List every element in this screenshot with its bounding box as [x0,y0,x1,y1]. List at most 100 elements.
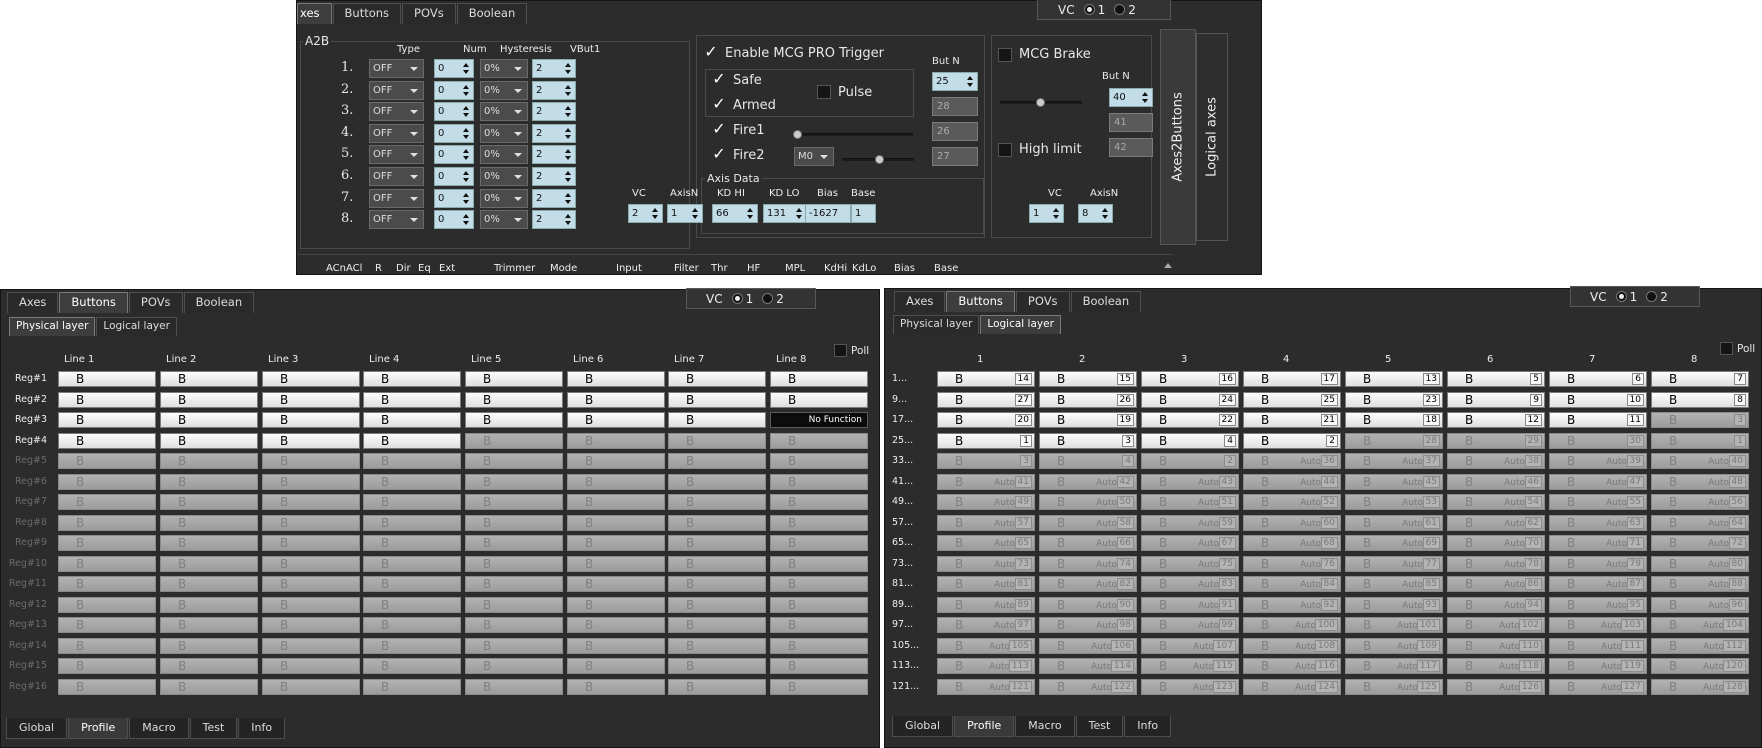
fire1-slider-knob[interactable] [793,130,802,139]
button-cell[interactable]: B [160,617,258,633]
left-tab-test[interactable]: Test [189,718,238,739]
a2b-hysteresis-combo[interactable]: 0% [480,210,528,230]
button-cell[interactable]: B [668,576,766,592]
right-tab-axes[interactable]: Axes [894,291,946,312]
button-cell[interactable]: B [668,412,766,428]
right-tab-info[interactable]: Info [1124,716,1172,737]
logical-button-cell[interactable]: B Auto 91 [1141,596,1239,613]
right-tab-boolean[interactable]: Boolean [1070,291,1142,312]
button-cell[interactable]: B [668,596,766,613]
left-tab-macro[interactable]: Macro [129,718,189,739]
right-tab-profile[interactable]: Profile [954,716,1015,737]
button-cell[interactable]: B [567,514,665,531]
button-cell[interactable]: B [363,678,461,695]
button-cell[interactable]: B [567,371,665,387]
a2b-type-combo[interactable]: OFF [369,102,424,122]
logical-button-cell[interactable]: B Auto 47 [1549,473,1647,490]
logical-button-cell[interactable]: B Auto 40 [1651,453,1749,469]
logical-button-cell[interactable]: B 12 [1447,412,1545,428]
logical-button-cell[interactable]: B Auto 78 [1447,555,1545,572]
button-cell[interactable]: B [465,576,563,592]
button-cell[interactable]: B [262,535,360,551]
safe-checkbox[interactable]: ✓ [712,71,726,87]
logical-button-cell[interactable]: B6 [1549,371,1647,387]
logical-button-cell[interactable]: B Auto 126 [1447,678,1545,695]
button-cell[interactable]: B [567,617,665,633]
a2b-num-spin[interactable]: 0 [434,167,474,186]
button-cell[interactable]: B [465,412,563,428]
logical-button-cell[interactable]: B Auto 87 [1549,576,1647,592]
logical-button-cell[interactable]: B Auto 124 [1243,678,1341,695]
logical-button-cell[interactable]: B Auto 100 [1243,617,1341,633]
right-tab-macro[interactable]: Macro [1015,716,1075,737]
button-cell[interactable]: B [770,391,868,408]
button-cell[interactable]: B [160,555,258,572]
left-tab-buttons[interactable]: Buttons [59,292,128,313]
button-cell[interactable]: B [770,658,868,674]
a2b-type-combo[interactable]: OFF [369,80,424,100]
logical-button-cell[interactable]: B Auto 36 [1243,453,1341,469]
logical-button-cell[interactable]: B Auto 81 [937,576,1035,592]
button-cell[interactable]: B [770,576,868,592]
button-cell[interactable]: B [668,453,766,469]
button-cell[interactable]: B [668,658,766,674]
a2b-vbut-spin[interactable]: 2 [532,123,576,143]
button-cell[interactable]: B [160,391,258,408]
a2b-type-combo[interactable]: OFF [369,210,424,230]
logical-button-cell[interactable]: B 26 [1039,391,1137,408]
button-cell[interactable]: B [770,678,868,695]
axis-data-field[interactable]: 1 [851,204,876,223]
logical-button-cell[interactable]: B 13 [1345,371,1443,387]
logical-button-cell[interactable]: B Auto 69 [1345,535,1443,551]
button-cell[interactable]: B [58,617,156,633]
button-cell[interactable]: B [465,596,563,613]
left-tab-povs[interactable]: POVs [128,292,183,313]
logical-button-cell[interactable]: B Auto 101 [1345,617,1443,633]
logical-button-cell[interactable]: B 19 [1039,412,1137,428]
mcg-but-n-1[interactable]: 25 [932,72,978,91]
button-cell[interactable]: B [262,658,360,674]
fire1-checkbox[interactable]: ✓ [712,121,726,137]
logical-button-cell[interactable]: B Auto 120 [1651,658,1749,674]
logical-button-cell[interactable]: B 17 [1243,371,1341,387]
mcg-brake-checkbox[interactable] [998,48,1012,62]
logical-button-cell[interactable]: B Auto 73 [937,555,1035,572]
right-tab-global[interactable]: Global [892,716,954,737]
button-cell[interactable]: B [363,617,461,633]
logical-button-cell[interactable]: B Auto 116 [1243,658,1341,674]
logical-button-cell[interactable]: B Auto 96 [1651,596,1749,613]
tab-buttons[interactable]: Buttons [332,3,402,24]
button-cell[interactable]: B [567,473,665,490]
logical-button-cell[interactable]: B 23 [1345,391,1443,408]
button-cell[interactable]: B [770,596,868,613]
a2b-num-spin[interactable]: 0 [434,80,474,100]
logical-button-cell[interactable]: B5 [1447,371,1545,387]
logical-button-cell[interactable]: B Auto 49 [937,494,1035,510]
left-tab-profile[interactable]: Profile [68,718,129,739]
logical-button-cell[interactable]: B Auto 64 [1651,514,1749,531]
logical-button-cell[interactable]: B 15 [1039,371,1137,387]
button-cell[interactable]: B [465,391,563,408]
button-cell[interactable]: B [465,617,563,633]
enable-mcg-checkbox[interactable]: ✓ [704,44,718,60]
logical-button-cell[interactable]: B Auto 83 [1141,576,1239,592]
button-cell[interactable]: B [668,637,766,654]
button-cell[interactable]: B [262,371,360,387]
button-cell[interactable]: B [567,535,665,551]
right-vc-radio-1[interactable] [1615,291,1627,302]
logical-button-cell[interactable]: B Auto 50 [1039,494,1137,510]
logical-button-cell[interactable]: B Auto 121 [937,678,1035,695]
button-cell[interactable]: B [58,658,156,674]
logical-button-cell[interactable]: B Auto 55 [1549,494,1647,510]
button-cell[interactable]: B [567,678,665,695]
logical-button-cell[interactable]: B Auto 66 [1039,535,1137,551]
logical-button-cell[interactable]: B Auto 122 [1039,678,1137,695]
button-cell[interactable]: B [363,535,461,551]
logical-button-cell[interactable]: B Auto 82 [1039,576,1137,592]
right-tab-test[interactable]: Test [1075,716,1124,737]
logical-button-cell[interactable]: B Auto 86 [1447,576,1545,592]
axis-data-field[interactable]: 2 [628,204,663,223]
left-tab-physical-layer[interactable]: Physical layer [9,317,96,336]
left-vc-radio-2[interactable] [762,293,774,304]
fire2-slider-knob[interactable] [875,155,884,164]
